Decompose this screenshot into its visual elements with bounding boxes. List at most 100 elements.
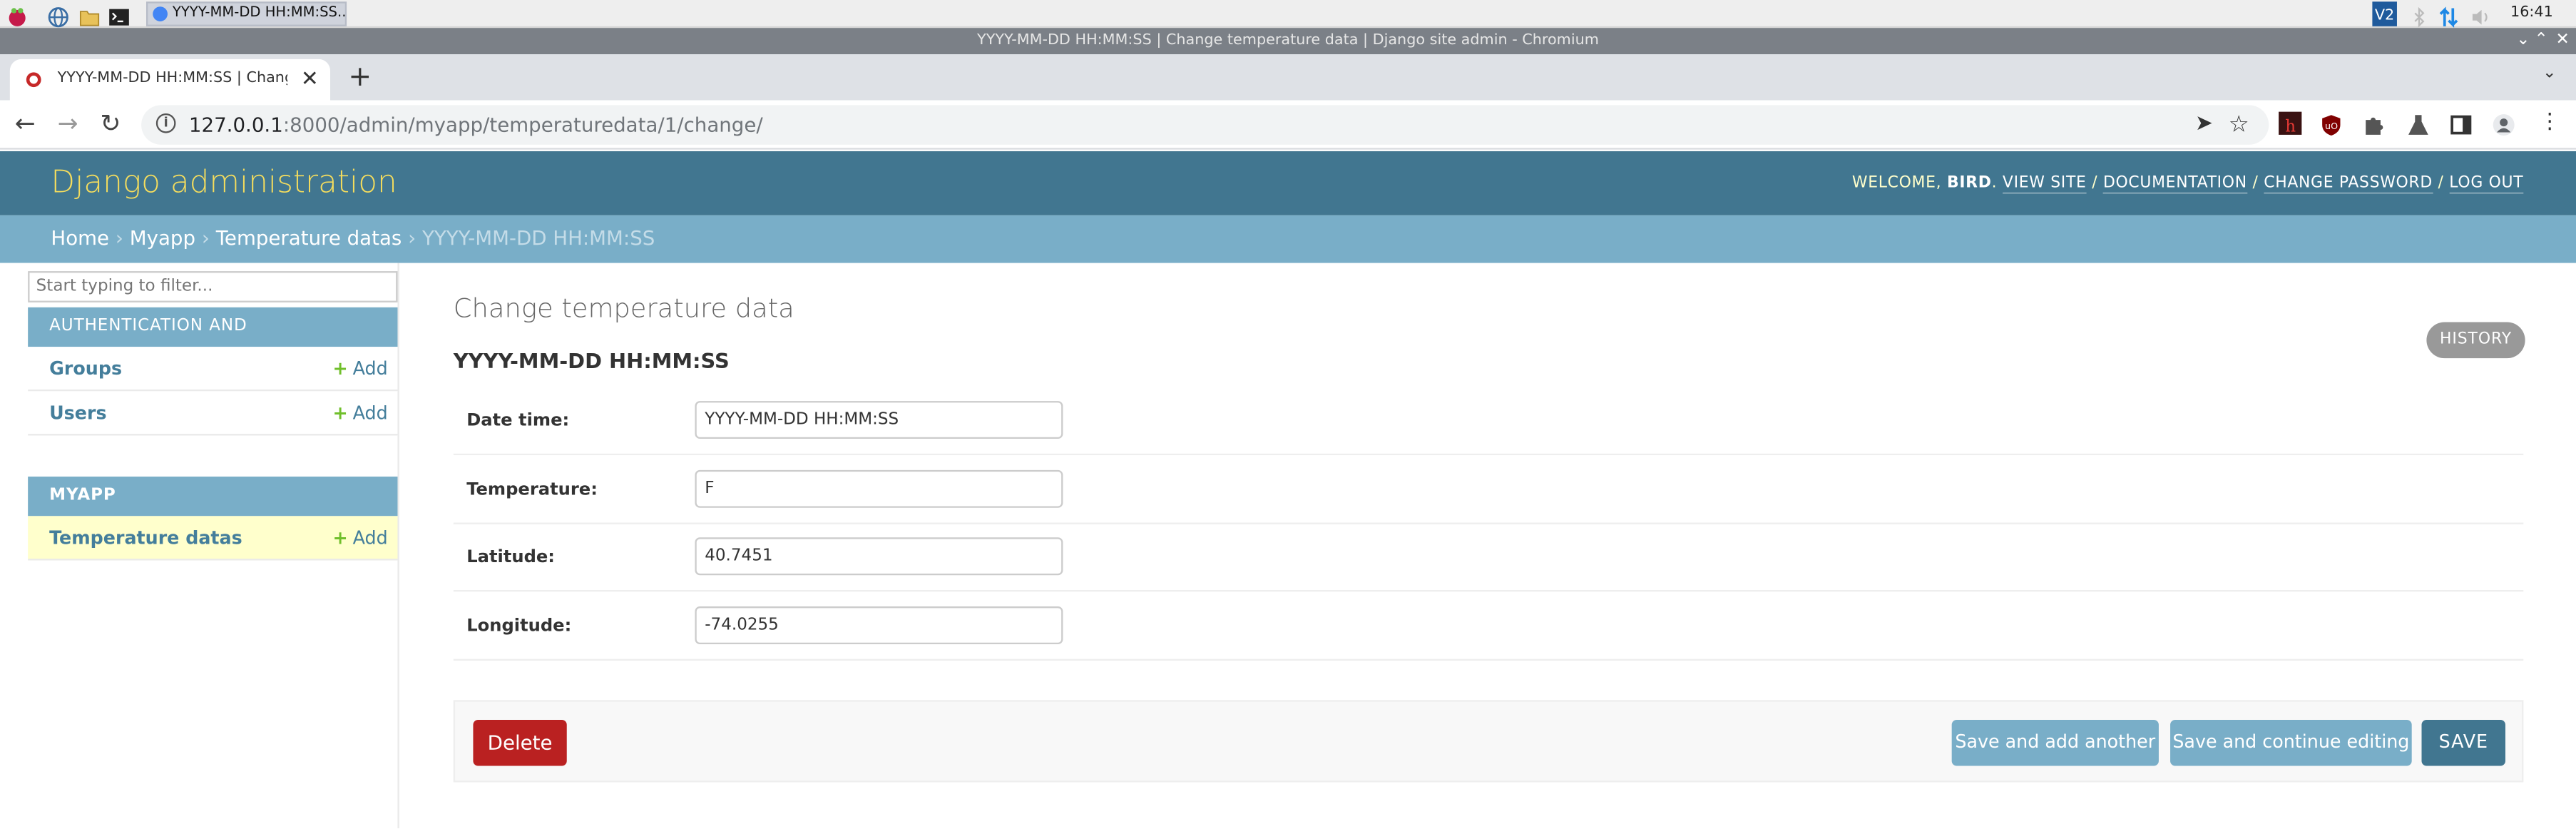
close-tab-icon[interactable]: ✕ <box>301 59 319 101</box>
view-site-link[interactable]: VIEW SITE <box>2002 174 2087 194</box>
date-time-field[interactable] <box>695 401 1063 439</box>
date-time-label: Date time: <box>466 410 570 431</box>
module-caption-myapp[interactable]: MYAPP <box>28 477 398 517</box>
change-password-link[interactable]: CHANGE PASSWORD <box>2264 174 2433 194</box>
sidebar-item-label[interactable]: Groups <box>49 347 122 391</box>
longitude-field[interactable] <box>695 606 1063 645</box>
submit-row: Delete Save and add another Save and con… <box>453 700 2524 783</box>
longitude-label: Longitude: <box>466 616 572 636</box>
add-plus-icon: + <box>332 358 348 380</box>
puzzle-icon[interactable] <box>2363 112 2386 135</box>
django-favicon-icon <box>26 72 41 88</box>
svg-text:uO: uO <box>2325 121 2338 131</box>
taskbar-task-label: YYYY-MM-DD HH:MM:SS... <box>172 4 347 21</box>
save-and-continue-button[interactable]: Save and continue editing <box>2170 719 2412 766</box>
add-label: Add <box>352 358 388 380</box>
sidebar-item-groups[interactable]: Groups + Add <box>28 347 398 392</box>
bookmark-star-icon[interactable]: ☆ <box>2229 105 2249 144</box>
back-arrow-icon[interactable]: ← <box>15 101 36 148</box>
username: BIRD <box>1946 174 1992 193</box>
browser-tab[interactable]: YYYY-MM-DD HH:MM:SS | Change temperature… <box>9 59 331 101</box>
nav-filter-input[interactable] <box>28 271 398 302</box>
add-groups-link[interactable]: + Add <box>332 347 387 391</box>
folder-icon[interactable] <box>79 4 101 26</box>
raspberry-menu-icon[interactable] <box>6 4 28 26</box>
latitude-field[interactable] <box>695 537 1063 576</box>
delete-button[interactable]: Delete <box>473 719 567 766</box>
address-bar[interactable]: i 127.0.0.1:8000/admin/myapp/temperature… <box>141 105 2269 145</box>
forward-arrow-icon[interactable]: → <box>58 101 78 148</box>
os-taskbar: YYYY-MM-DD HH:MM:SS... V2 16:41 <box>0 0 2576 29</box>
temperature-label: Temperature: <box>466 479 598 500</box>
tab-title: YYYY-MM-DD HH:MM:SS | Change temperature… <box>57 71 288 88</box>
add-label: Add <box>352 527 388 549</box>
module-caption-auth[interactable]: AUTHENTICATION AND AUTHORIZATION <box>28 307 398 375</box>
breadcrumb: Home › Myapp › Temperature datas › YYYY-… <box>0 215 2576 263</box>
sidebar-item-temperature-datas[interactable]: Temperature datas + Add <box>28 516 398 561</box>
form-row-latitude: Latitude: <box>453 523 2524 592</box>
terminal-icon[interactable] <box>108 4 130 26</box>
save-and-add-another-button[interactable]: Save and add another <box>1951 719 2159 766</box>
window-title: YYYY-MM-DD HH:MM:SS | Change temperature… <box>977 33 1599 50</box>
site-info-icon[interactable]: i <box>155 113 176 133</box>
tab-search-chevron-icon[interactable]: ⌄ <box>2542 64 2556 82</box>
minimize-icon[interactable]: ⌄ <box>2516 28 2530 54</box>
window-titlebar: YYYY-MM-DD HH:MM:SS | Change temperature… <box>0 28 2576 55</box>
maximize-icon[interactable]: ⌃ <box>2535 28 2548 54</box>
admin-header: Django administration WELCOME, BIRD. VIE… <box>0 151 2576 215</box>
save-button[interactable]: SAVE <box>2421 719 2505 766</box>
sidebar-item-users[interactable]: Users + Add <box>28 391 398 436</box>
form-row-longitude: Longitude: <box>453 591 2524 661</box>
taskbar-task-chromium[interactable]: YYYY-MM-DD HH:MM:SS... <box>146 1 347 26</box>
welcome-text: WELCOME, <box>1851 174 1942 193</box>
add-users-link[interactable]: + Add <box>332 391 387 435</box>
sidebar-item-label[interactable]: Users <box>49 391 106 435</box>
nav-sidebar: AUTHENTICATION AND AUTHORIZATION Groups … <box>0 263 399 829</box>
sidebar-item-label[interactable]: Temperature datas <box>49 516 242 560</box>
add-plus-icon: + <box>332 402 348 424</box>
flask-icon[interactable] <box>2407 112 2430 135</box>
globe-icon[interactable] <box>48 4 69 28</box>
url-text[interactable]: 127.0.0.1:8000/admin/myapp/temperatureda… <box>189 105 763 144</box>
breadcrumb-separator: › <box>115 226 123 250</box>
close-window-icon[interactable]: ✕ <box>2556 28 2570 54</box>
taskbar-clock: 16:41 <box>2510 4 2553 21</box>
chromium-icon <box>153 6 168 21</box>
documentation-link[interactable]: DOCUMENTATION <box>2102 174 2247 194</box>
site-branding[interactable]: Django administration <box>51 151 397 215</box>
bluetooth-icon[interactable] <box>2408 4 2430 28</box>
separator: / <box>2438 174 2444 193</box>
ublock-icon[interactable]: uO <box>2320 112 2343 136</box>
browser-toolbar: ← → ↻ i 127.0.0.1:8000/admin/myapp/tempe… <box>0 100 2576 150</box>
separator: / <box>2092 174 2098 193</box>
breadcrumb-home[interactable]: Home <box>51 227 109 250</box>
volume-icon[interactable] <box>2471 4 2493 25</box>
temperature-field[interactable] <box>695 469 1063 508</box>
breadcrumb-current: YYYY-MM-DD HH:MM:SS <box>422 226 655 250</box>
page-title: Change temperature data <box>453 293 794 324</box>
vnc-icon[interactable]: V2 <box>2372 1 2397 26</box>
new-tab-icon[interactable]: + <box>348 59 372 96</box>
breadcrumb-separator: › <box>408 226 416 250</box>
kebab-menu-icon[interactable]: ⋮ <box>2538 111 2561 135</box>
red-extension-icon[interactable]: h <box>2279 111 2302 136</box>
profile-icon[interactable] <box>2493 112 2515 136</box>
add-plus-icon: + <box>332 527 348 549</box>
log-out-link[interactable]: LOG OUT <box>2449 174 2524 194</box>
history-button[interactable]: HISTORY <box>2426 322 2525 359</box>
sidepanel-icon[interactable] <box>2450 112 2473 135</box>
reload-icon[interactable]: ↻ <box>101 101 121 148</box>
send-tab-icon[interactable]: ➤ <box>2195 105 2213 144</box>
browser-tab-strip: YYYY-MM-DD HH:MM:SS | Change temperature… <box>0 54 2576 101</box>
network-icon[interactable] <box>2438 4 2460 29</box>
add-label: Add <box>352 402 388 424</box>
user-tools: WELCOME, BIRD. VIEW SITE / DOCUMENTATION… <box>1851 151 2524 215</box>
breadcrumb-model[interactable]: Temperature datas <box>216 227 402 250</box>
svg-text:h: h <box>2285 117 2296 136</box>
add-temperature-datas-link[interactable]: + Add <box>332 516 387 560</box>
breadcrumb-app[interactable]: Myapp <box>130 227 195 250</box>
form-row-temperature: Temperature: <box>453 455 2524 524</box>
breadcrumb-separator: › <box>201 226 210 250</box>
object-title: YYYY-MM-DD HH:MM:SS <box>453 348 730 373</box>
svg-text:V2: V2 <box>2375 6 2394 24</box>
